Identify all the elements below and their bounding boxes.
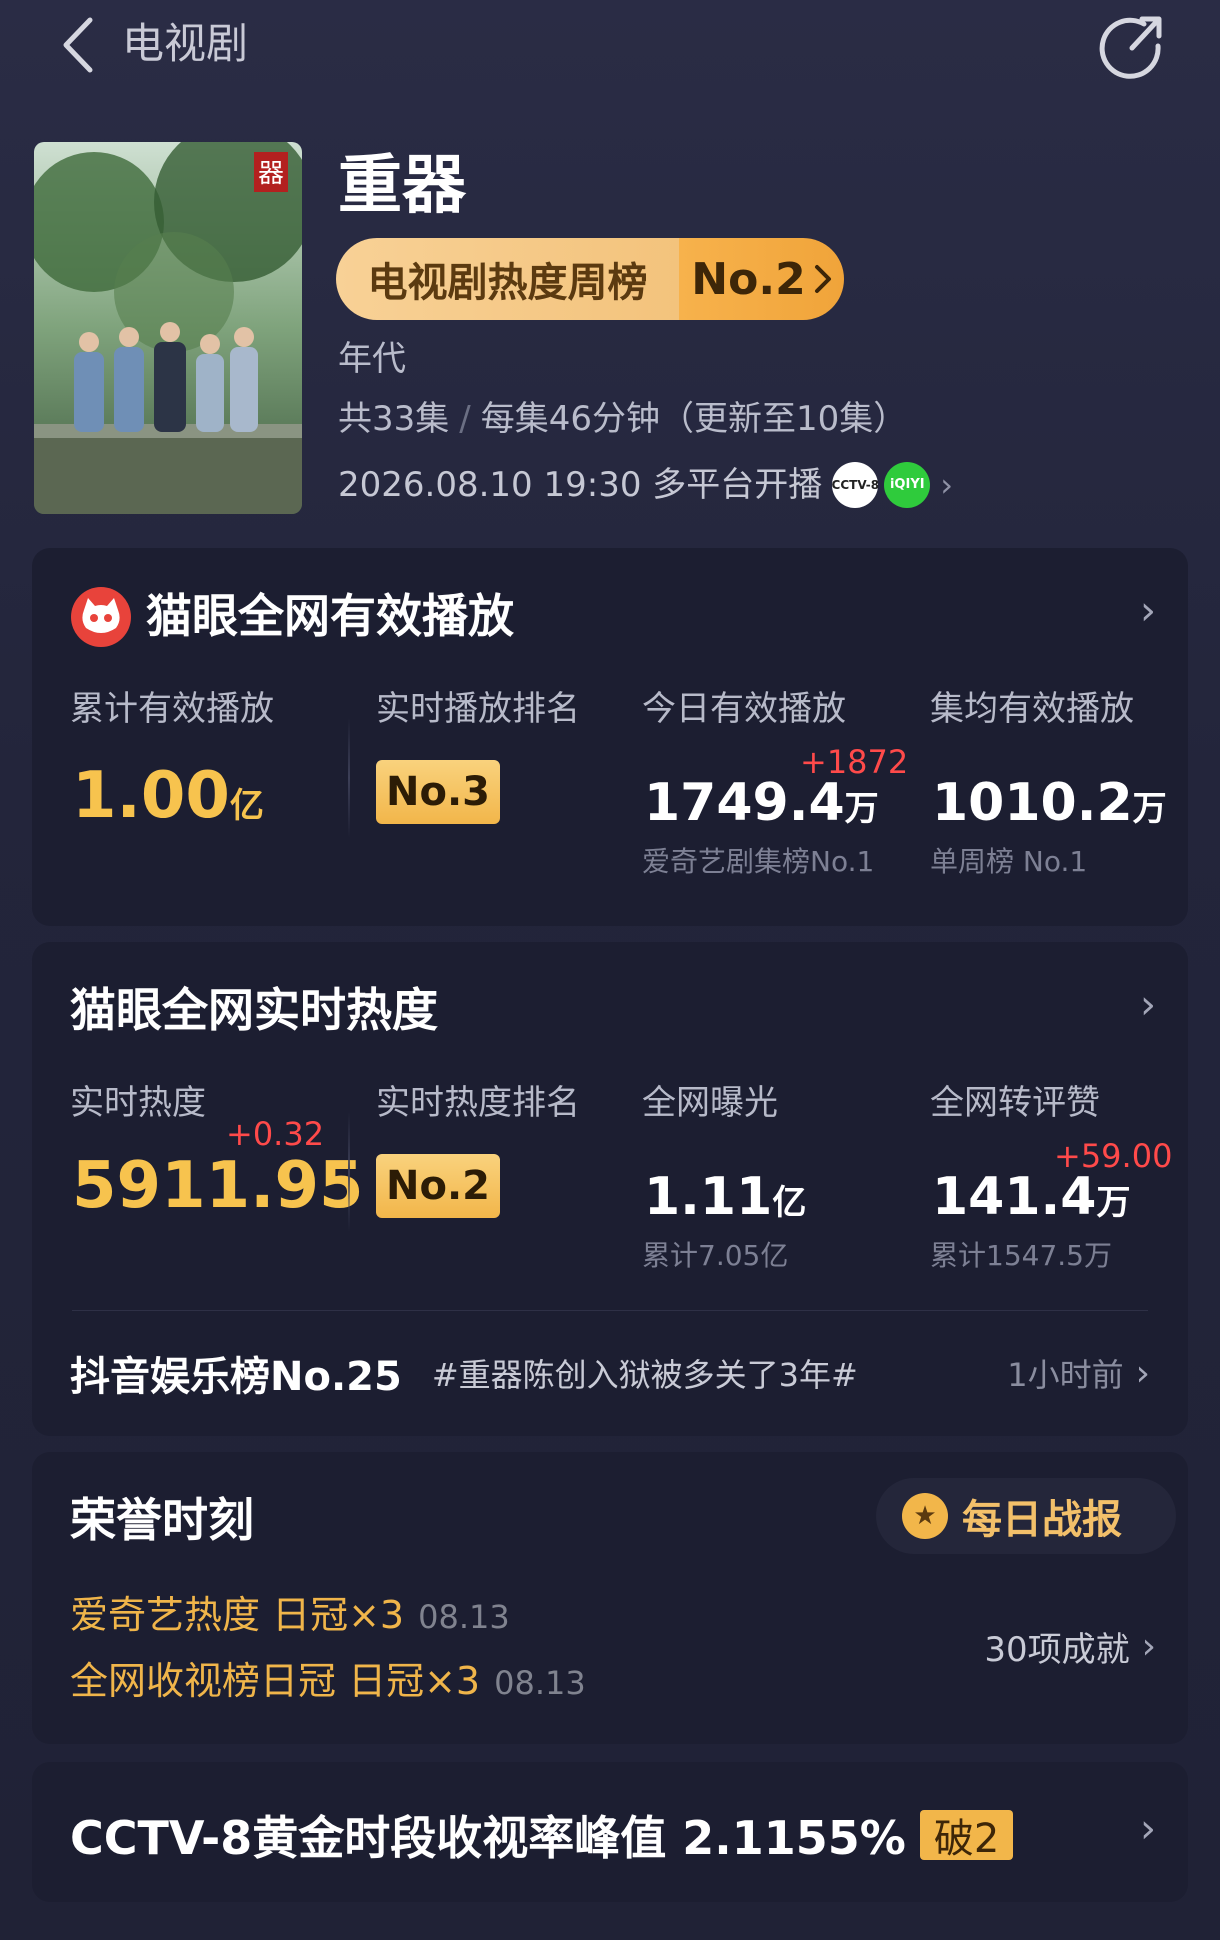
rating-card[interactable]: CCTV-8黄金时段收视率峰值 2.1155% 破2 › [32, 1762, 1188, 1902]
show-title: 重器 [338, 149, 466, 223]
douyin-topic: #重器陈创入狱被多关了3年# [431, 1356, 858, 1394]
engagement-sub: 累计1547.5万 [930, 1239, 1112, 1272]
heat-value: 5911.95 [72, 1149, 364, 1223]
douyin-row[interactable]: 抖音娱乐榜No.25 #重器陈创入狱被多关了3年# 1小时前 › [70, 1344, 1150, 1402]
honor-item: 全网收视榜日冠 日冠×3 08.13 [70, 1659, 586, 1703]
chevron-right-icon: › [1141, 1626, 1156, 1667]
daily-report-label: 每日战报 [962, 1497, 1122, 1543]
achievements-count: 30项成就 [984, 1630, 1130, 1670]
chevron-right-icon [814, 265, 831, 293]
honor-card[interactable]: 荣誉时刻 ★ 每日战报 爱奇艺热度 日冠×3 08.13 全网收视榜日冠 日冠×3… [32, 1452, 1188, 1744]
chevron-right-icon: › [940, 466, 954, 504]
maoyan-logo-icon [70, 586, 132, 648]
weekly-rank-pill[interactable]: 电视剧热度周榜 No.2 [336, 238, 844, 320]
page-title: 电视剧 [122, 19, 249, 68]
douyin-rank: 抖音娱乐榜No.25 [70, 1354, 402, 1400]
poster-title-mark: 器 [258, 159, 284, 189]
rating-row: CCTV-8黄金时段收视率峰值 2.1155% 破2 [70, 1802, 1014, 1868]
back-icon[interactable] [52, 10, 112, 80]
cumulative-play-label: 累计有效播放 [70, 689, 274, 729]
poster-image[interactable]: 器 [34, 142, 302, 514]
engagement-value: 141.4万 [932, 1167, 1131, 1227]
iqiyi-logo-icon: iQIYI [884, 462, 931, 508]
premiere-text: 2026.08.10 19:30 多平台开播 [338, 465, 823, 505]
heat-rank-badge: No.2 [376, 1154, 500, 1218]
exposure-label: 全网曝光 [642, 1083, 778, 1123]
chevron-right-icon[interactable]: › [1140, 982, 1156, 1028]
heat-card-title: 猫眼全网实时热度 [70, 983, 438, 1037]
rating-badge: 破2 [919, 1810, 1014, 1862]
divider [72, 1310, 1148, 1311]
today-play-label: 今日有效播放 [642, 689, 846, 729]
heat-stats-card[interactable]: 猫眼全网实时热度 › 实时热度 +0.32 5911.95 实时热度排名 No.… [32, 942, 1188, 1436]
play-stats-card[interactable]: 猫眼全网有效播放 › 累计有效播放 1.00亿 实时播放排名 No.3 今日有效… [32, 548, 1188, 926]
chevron-right-icon[interactable]: › [1140, 588, 1156, 634]
honor-card-title: 荣誉时刻 [70, 1493, 254, 1547]
rating-text: CCTV-8黄金时段收视率峰值 2.1155% [70, 1811, 906, 1865]
episode-duration: 每集46分钟（更新至10集） [480, 399, 908, 439]
today-play-value: 1749.4万 [644, 773, 879, 833]
share-icon[interactable] [1098, 10, 1168, 80]
episode-count: 共33集 [338, 399, 450, 439]
weekly-rank-value: No.2 [691, 253, 806, 305]
heat-delta: +0.32 [226, 1115, 325, 1153]
per-episode-label: 集均有效播放 [930, 689, 1134, 729]
play-rank-badge: No.3 [376, 760, 500, 824]
heat-rank-label: 实时热度排名 [376, 1083, 580, 1123]
per-episode-value: 1010.2万 [932, 773, 1167, 833]
weekly-rank-label: 电视剧热度周榜 [336, 238, 679, 320]
chevron-right-icon[interactable]: › [1140, 1806, 1156, 1852]
premiere-row[interactable]: 2026.08.10 19:30 多平台开播 CCTV-8 iQIYI › [338, 462, 953, 508]
episode-info: 共33集 / 每集46分钟（更新至10集） [338, 396, 907, 442]
cctv-logo-icon: CCTV-8 [832, 462, 879, 508]
play-card-title: 猫眼全网有效播放 [146, 589, 514, 643]
medal-icon: ★ [902, 1493, 948, 1539]
exposure-sub: 累计7.05亿 [642, 1239, 789, 1272]
honor-item: 爱奇艺热度 日冠×3 08.13 [70, 1593, 510, 1637]
douyin-time: 1小时前 [1007, 1356, 1124, 1394]
divider [348, 1112, 350, 1232]
engagement-label: 全网转评赞 [930, 1083, 1100, 1123]
heat-label: 实时热度 [70, 1083, 206, 1123]
daily-report-button[interactable]: ★ 每日战报 [876, 1478, 1176, 1554]
divider [348, 718, 350, 838]
chevron-right-icon: › [1135, 1352, 1150, 1394]
exposure-value: 1.11亿 [644, 1167, 807, 1227]
per-episode-sub: 单周榜 No.1 [930, 845, 1088, 878]
genre-text: 年代 [338, 339, 406, 379]
achievements-link[interactable]: 30项成就 › [984, 1622, 1156, 1671]
divider: / [459, 399, 471, 439]
play-rank-label: 实时播放排名 [376, 689, 580, 729]
today-play-sub: 爱奇艺剧集榜No.1 [642, 845, 875, 878]
cumulative-play-value: 1.00亿 [72, 759, 264, 833]
